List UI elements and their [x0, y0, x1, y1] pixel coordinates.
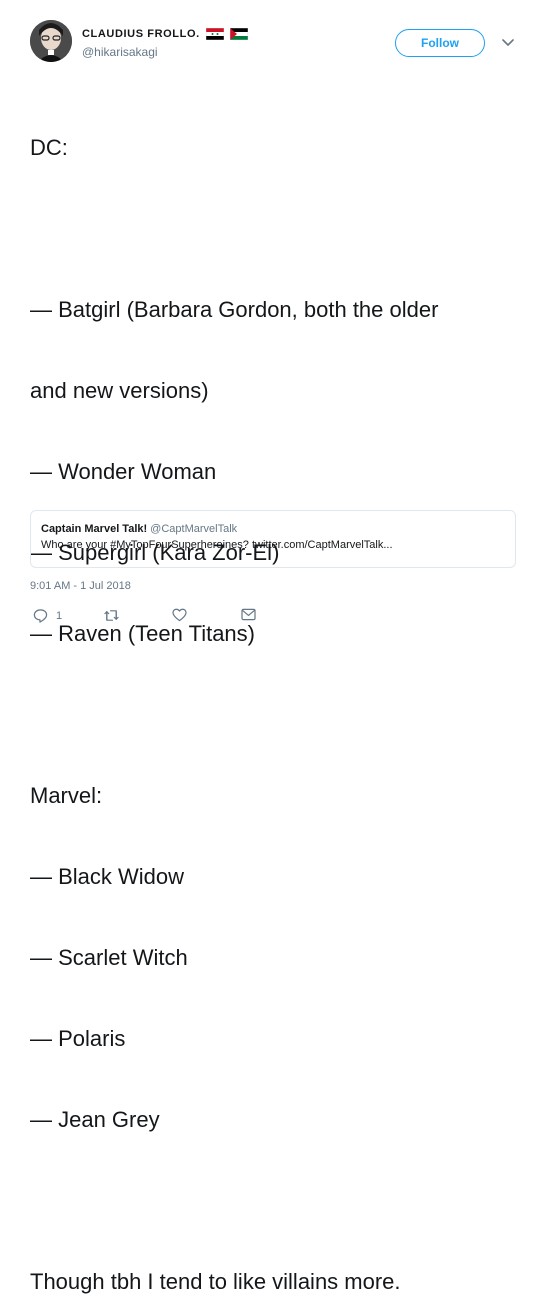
tweet-actions: 1 — [30, 608, 290, 628]
quoted-tweet-text: Who are your #MyTopFourSuperheroines? tw… — [41, 539, 393, 551]
tweet-timestamp[interactable]: 9:01 AM - 1 Jul 2018 — [30, 580, 131, 592]
palestine-flag-icon — [229, 28, 248, 40]
tweet-line: Marvel: — [30, 783, 103, 808]
tweet-line: Though tbh I tend to like villains more. — [30, 1269, 401, 1294]
tweet-line — [30, 1187, 520, 1214]
retweet-button[interactable] — [103, 608, 120, 623]
tweet-line: — Black Widow — [30, 864, 185, 889]
tweet-text: DC: — Batgirl (Barbara Gordon, both the … — [30, 80, 520, 1294]
tweet-line: — Batgirl (Barbara Gordon, both the olde… — [30, 297, 439, 322]
direct-message-button[interactable] — [241, 608, 256, 621]
tweet-line — [30, 215, 520, 242]
like-button[interactable] — [172, 608, 187, 622]
retweet-icon — [104, 610, 119, 621]
tweet-line — [30, 701, 520, 728]
syria-flag-icon — [205, 28, 224, 40]
tweet-line: — Wonder Woman — [30, 459, 217, 484]
avatar[interactable] — [30, 20, 72, 62]
avatar-photo-icon — [30, 20, 72, 62]
reply-count: 1 — [56, 609, 63, 622]
tweet-line: — Scarlet Witch — [30, 945, 188, 970]
user-handle[interactable]: @hikarisakagi — [82, 45, 158, 59]
follow-button[interactable]: Follow — [395, 29, 485, 57]
message-icon — [241, 608, 256, 621]
tweet-line: — Jean Grey — [30, 1107, 160, 1132]
display-name[interactable]: CLAUDIUS FROLLO. — [82, 28, 200, 40]
quoted-tweet-header: Captain Marvel Talk! @CaptMarvelTalk — [41, 523, 505, 535]
like-icon — [172, 608, 187, 622]
chevron-down-icon[interactable] — [500, 34, 516, 50]
tweet-line: and new versions) — [30, 378, 209, 403]
tweet-header: CLAUDIUS FROLLO. @hikarisakagi Follow — [30, 20, 526, 68]
quoted-tweet-card[interactable]: Captain Marvel Talk! @CaptMarvelTalk Who … — [30, 510, 516, 568]
reply-icon — [33, 609, 48, 623]
quoted-tweet-handle: @CaptMarvelTalk — [150, 523, 238, 535]
tweet-line: DC: — [30, 135, 68, 160]
name-row: CLAUDIUS FROLLO. — [82, 28, 248, 40]
quoted-tweet-name: Captain Marvel Talk! — [41, 523, 148, 535]
reply-button[interactable]: 1 — [33, 608, 62, 623]
tweet-line: — Polaris — [30, 1026, 126, 1051]
